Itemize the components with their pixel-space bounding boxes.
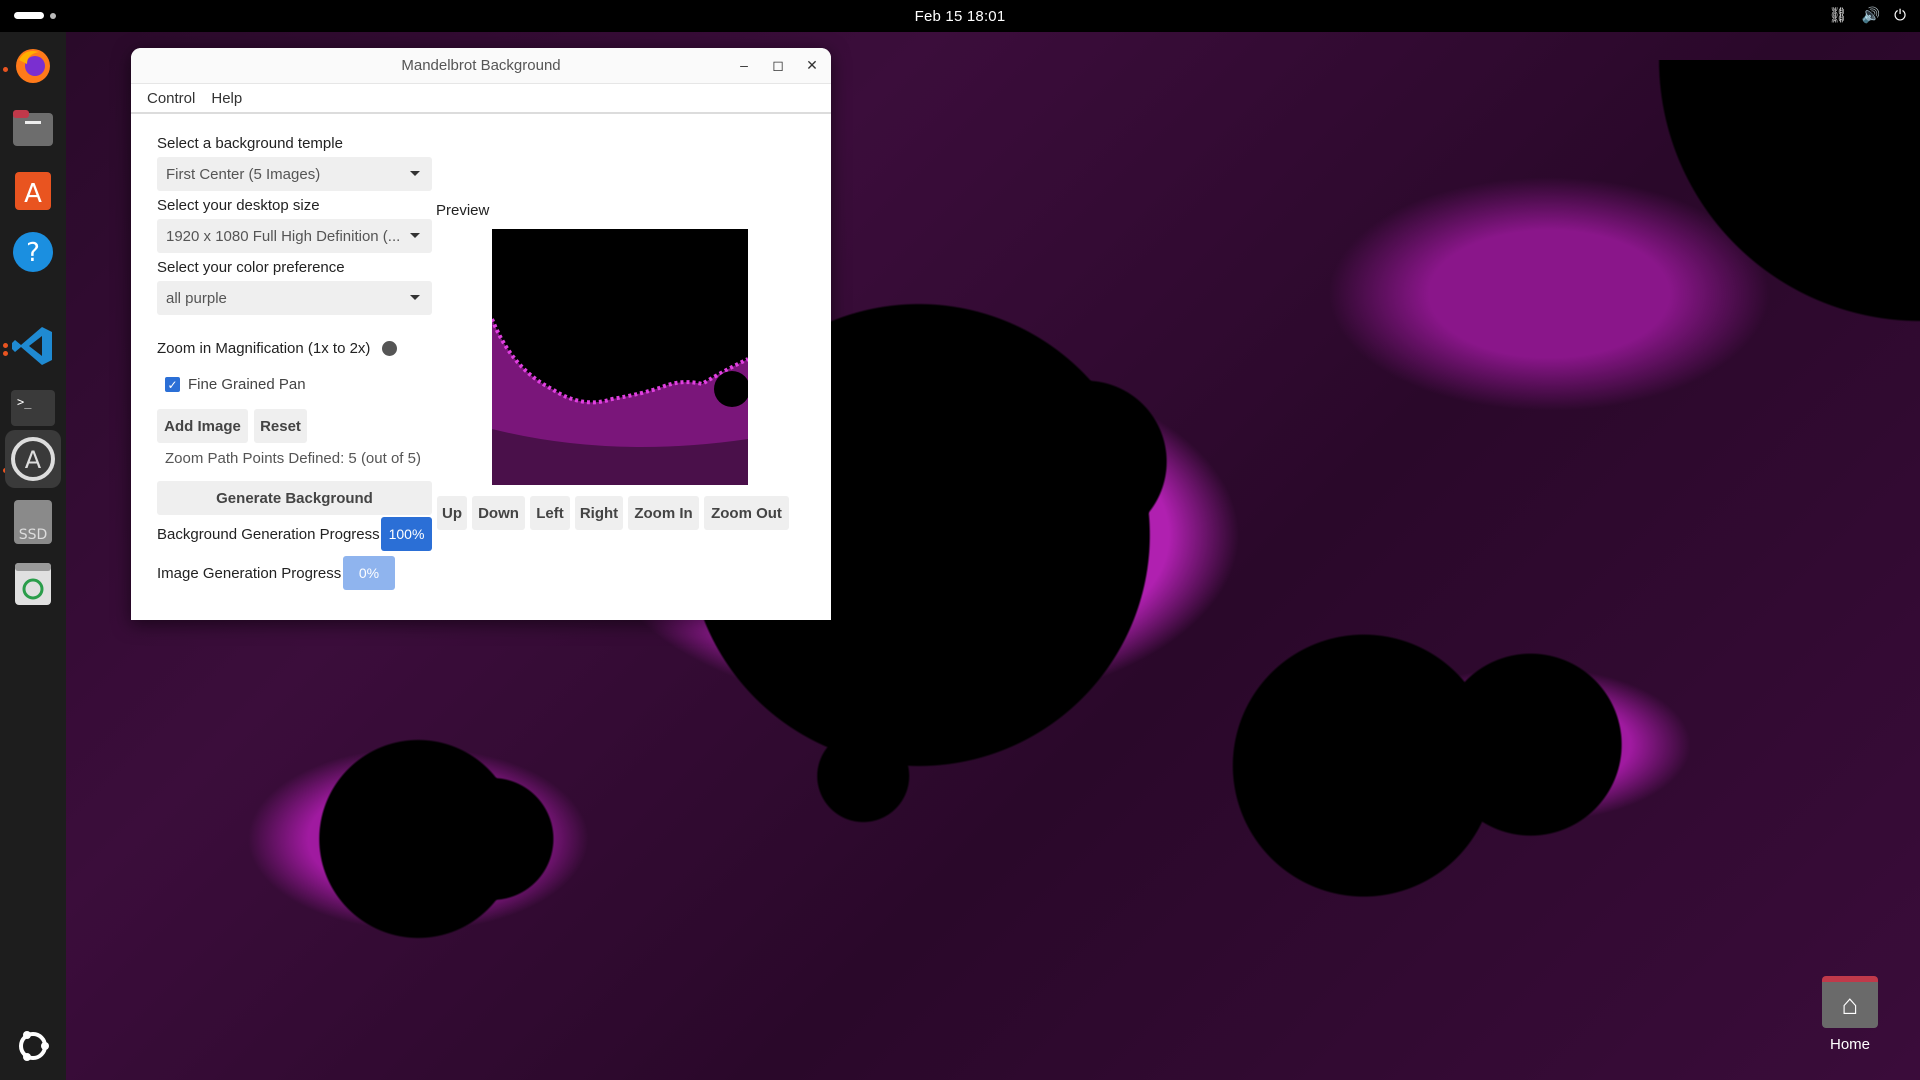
menu-control[interactable]: Control xyxy=(139,86,203,111)
bg-progress-bar: 100% xyxy=(381,517,432,551)
chevron-down-icon xyxy=(410,295,420,300)
close-icon[interactable]: ✕ xyxy=(803,56,821,74)
svg-text:>_: >_ xyxy=(17,395,32,409)
template-dropdown[interactable]: First Center (5 Images) xyxy=(157,157,432,191)
svg-text:SSD: SSD xyxy=(19,527,48,543)
dock: A ? >_ A SSD xyxy=(0,32,66,1080)
generate-background-button[interactable]: Generate Background xyxy=(157,481,432,515)
pan-down-button[interactable]: Down xyxy=(472,496,525,530)
title-bar[interactable]: Mandelbrot Background – ◻ ✕ xyxy=(131,48,831,84)
network-icon[interactable]: ⛓ xyxy=(1828,7,1847,25)
files-icon[interactable] xyxy=(9,104,57,152)
preview-label: Preview xyxy=(436,202,490,219)
ssd-icon[interactable]: SSD xyxy=(9,498,57,546)
zoom-in-button[interactable]: Zoom In xyxy=(628,496,699,530)
preview-image xyxy=(492,229,748,485)
bg-progress-label: Background Generation Progress xyxy=(157,526,380,543)
color-label: Select your color preference xyxy=(157,259,345,276)
trash-icon[interactable] xyxy=(9,560,57,608)
home-folder-icon[interactable]: ⌂ xyxy=(1822,976,1878,1028)
power-icon[interactable]: ⏻ xyxy=(1894,7,1906,25)
fine-pan-label[interactable]: Fine Grained Pan xyxy=(188,376,306,393)
running-indicator xyxy=(3,67,8,72)
workspace-indicator xyxy=(50,12,56,19)
pan-left-button[interactable]: Left xyxy=(530,496,570,530)
pan-right-button[interactable]: Right xyxy=(575,496,623,530)
minimize-icon[interactable]: – xyxy=(735,56,753,74)
chevron-down-icon xyxy=(410,171,420,176)
activities-button[interactable] xyxy=(14,12,56,19)
zoom-magnification-toggle[interactable] xyxy=(382,341,397,356)
size-dropdown[interactable]: 1920 x 1080 Full High Definition (... xyxy=(157,219,432,253)
maximize-icon[interactable]: ◻ xyxy=(769,56,787,74)
app-center-icon[interactable]: A xyxy=(9,166,57,214)
home-folder-label[interactable]: Home xyxy=(1822,1036,1878,1053)
firefox-icon[interactable] xyxy=(9,42,57,90)
ubuntu-logo-icon[interactable] xyxy=(9,1022,57,1070)
pan-up-button[interactable]: Up xyxy=(437,496,467,530)
img-progress-bar: 0% xyxy=(343,556,395,590)
window-controls: – ◻ ✕ xyxy=(735,56,821,74)
svg-text:A: A xyxy=(25,446,42,474)
zoom-points-status: Zoom Path Points Defined: 5 (out of 5) xyxy=(165,450,421,467)
color-dropdown[interactable]: all purple xyxy=(157,281,432,315)
img-progress-label: Image Generation Progress xyxy=(157,565,342,582)
reset-button[interactable]: Reset xyxy=(254,409,307,443)
workspace-indicator-active xyxy=(14,12,44,19)
color-value: all purple xyxy=(166,289,227,307)
window-content: Select a background temple First Center … xyxy=(131,114,831,620)
running-indicator xyxy=(3,351,8,356)
menu-bar: Control Help xyxy=(131,84,831,114)
help-icon[interactable]: ? xyxy=(9,228,57,276)
running-indicator xyxy=(3,343,8,348)
top-bar: Feb 15 18:01 ⛓ 🔊 ⏻ xyxy=(0,0,1920,32)
size-value: 1920 x 1080 Full High Definition (... xyxy=(166,227,401,245)
software-updater-icon[interactable]: A xyxy=(5,430,61,488)
wallpaper-black-region xyxy=(1440,60,1920,540)
zoom-label: Zoom in Magnification (1x to 2x) xyxy=(157,340,371,357)
fine-pan-checkbox[interactable]: ✓ xyxy=(165,377,180,392)
add-image-button[interactable]: Add Image xyxy=(157,409,248,443)
menu-help[interactable]: Help xyxy=(203,86,250,111)
system-tray[interactable]: ⛓ 🔊 ⏻ xyxy=(1828,7,1906,25)
window-title: Mandelbrot Background xyxy=(401,57,561,74)
zoom-out-button[interactable]: Zoom Out xyxy=(704,496,789,530)
terminal-icon[interactable]: >_ xyxy=(9,384,57,432)
vscode-icon[interactable] xyxy=(9,322,57,370)
size-label: Select your desktop size xyxy=(157,197,320,214)
svg-text:A: A xyxy=(24,179,42,209)
chevron-down-icon xyxy=(410,233,420,238)
template-label: Select a background temple xyxy=(157,135,343,152)
template-value: First Center (5 Images) xyxy=(166,165,321,183)
volume-icon[interactable]: 🔊 xyxy=(1861,7,1880,25)
mandelbrot-window: Mandelbrot Background – ◻ ✕ Control Help… xyxy=(131,48,831,620)
clock[interactable]: Feb 15 18:01 xyxy=(915,8,1006,25)
svg-text:?: ? xyxy=(26,238,40,268)
